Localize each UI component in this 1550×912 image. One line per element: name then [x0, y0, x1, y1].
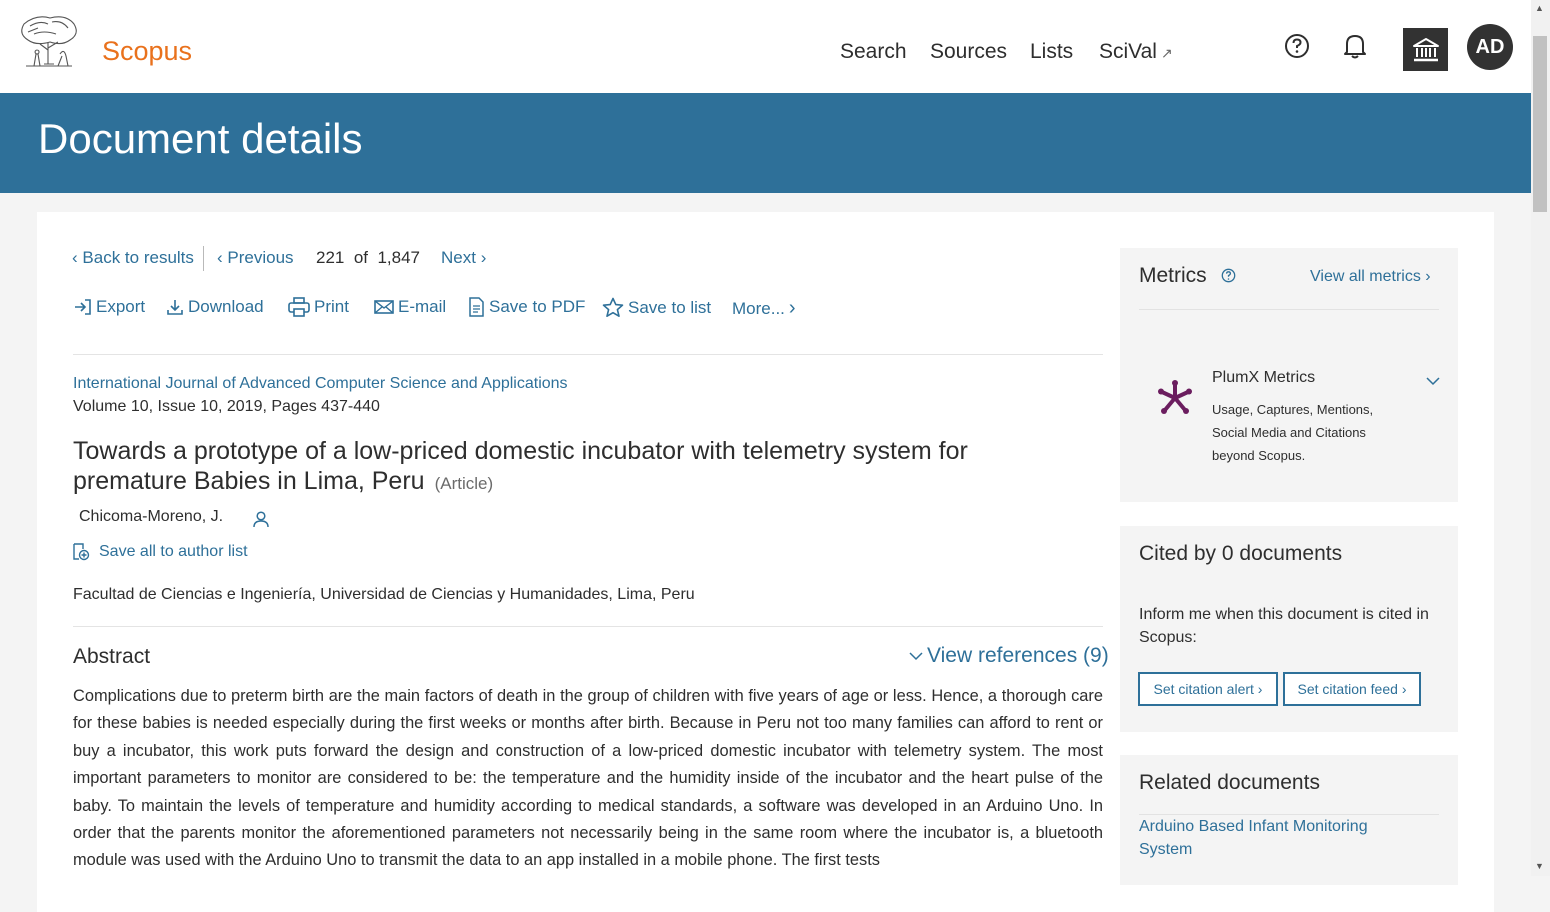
save-to-list-label: Save to list — [628, 297, 712, 317]
set-citation-feed-label: Set citation feed — [1297, 681, 1398, 697]
chevron-right-icon: › — [1425, 268, 1431, 285]
volume-info: Volume 10, Issue 10, 2019, Pages 437-440 — [73, 398, 380, 415]
source-title-link[interactable]: International Journal of Advanced Comput… — [73, 375, 568, 393]
download-label: Download — [188, 297, 264, 316]
nav-scival-label: SciVal — [1099, 40, 1157, 63]
chevron-right-icon: › — [788, 297, 796, 319]
more-label: More... — [732, 298, 785, 318]
view-all-metrics-label: View all metrics — [1310, 268, 1421, 285]
back-to-results-label: Back to results — [82, 248, 194, 267]
view-references-toggle[interactable]: View references (9) — [909, 644, 1109, 668]
document-title-text: Towards a prototype of a low-priced dome… — [73, 437, 968, 495]
divider — [1139, 309, 1439, 310]
chevron-down-icon[interactable] — [1426, 376, 1440, 386]
divider — [73, 626, 1103, 627]
view-references-label: View references (9) — [927, 644, 1109, 667]
chevron-right-icon: › — [1401, 681, 1407, 697]
print-button[interactable]: Print — [288, 297, 349, 317]
related-documents-panel: Related documents Arduino Based Infant M… — [1120, 755, 1458, 885]
set-citation-feed-button[interactable]: Set citation feed › — [1283, 672, 1421, 706]
bell-icon[interactable] — [1339, 30, 1371, 62]
metrics-title-text: Metrics — [1139, 264, 1207, 287]
save-to-pdf-label: Save to PDF — [489, 297, 586, 316]
abstract-text: Complications due to preterm birth are t… — [73, 687, 1103, 870]
email-icon — [374, 300, 394, 314]
save-all-to-author-list-link[interactable]: Save all to author list — [72, 543, 248, 561]
result-position: 221 of 1,847 — [316, 248, 420, 268]
more-button[interactable]: More... › — [732, 297, 796, 320]
cited-by-title: Cited by 0 documents — [1139, 542, 1343, 565]
previous-label: Previous — [227, 248, 294, 267]
export-label: Export — [96, 297, 146, 316]
email-button[interactable]: E-mail — [374, 297, 446, 317]
save-to-pdf-button[interactable]: Save to PDF — [468, 297, 585, 317]
nav-search[interactable]: Search — [840, 40, 907, 64]
next-link[interactable]: Next › — [441, 248, 486, 268]
elsevier-tree-logo[interactable] — [16, 14, 80, 70]
scroll-up-arrow-icon[interactable]: ▲ — [1535, 3, 1544, 13]
export-button[interactable]: Export — [74, 297, 145, 317]
nav-lists[interactable]: Lists — [1030, 40, 1073, 64]
email-label: E-mail — [398, 297, 447, 316]
of-label: of — [353, 248, 369, 267]
abstract-heading: Abstract — [73, 645, 151, 668]
chevron-left-icon: ‹ — [72, 248, 78, 267]
download-icon — [167, 300, 183, 315]
metrics-title: Metrics — [1139, 264, 1236, 288]
scrollbar-thumb[interactable] — [1533, 36, 1547, 212]
plumx-description: Usage, Captures, Mentions, Social Media … — [1212, 402, 1374, 463]
pdf-icon — [469, 297, 484, 317]
next-label: Next — [441, 248, 476, 267]
chevron-down-icon — [909, 652, 923, 661]
print-label: Print — [314, 297, 349, 316]
set-citation-alert-label: Set citation alert — [1153, 681, 1254, 697]
author-link[interactable]: Chicoma-Moreno, J. — [79, 508, 223, 526]
document-title: Towards a prototype of a low-priced dome… — [73, 436, 1033, 499]
user-avatar[interactable]: AD — [1467, 24, 1513, 70]
total-results: 1,847 — [377, 248, 421, 267]
help-icon[interactable] — [1281, 30, 1313, 62]
plumx-icon — [1158, 380, 1192, 414]
citation-alert-text: Inform me when this document is cited in… — [1139, 606, 1429, 646]
export-icon — [75, 299, 91, 315]
printer-icon — [288, 297, 310, 317]
scopus-brand[interactable]: Scopus — [102, 36, 192, 67]
chevron-right-icon: › — [480, 248, 487, 267]
download-button[interactable]: Download — [166, 297, 264, 317]
back-to-results-link[interactable]: ‹ Back to results — [72, 248, 194, 268]
save-to-list-button[interactable]: Save to list — [602, 297, 711, 318]
plumx-title: PlumX Metrics — [1212, 369, 1316, 386]
info-icon[interactable] — [1221, 268, 1236, 283]
metrics-panel: Metrics View all metrics › PlumX Metrics… — [1120, 248, 1458, 502]
cited-by-panel: Cited by 0 documents Inform me when this… — [1120, 526, 1458, 732]
chevron-left-icon: ‹ — [217, 248, 223, 267]
pager-divider — [203, 246, 204, 271]
star-icon — [602, 297, 624, 317]
add-to-list-icon — [73, 543, 90, 561]
view-all-metrics-link[interactable]: View all metrics › — [1310, 268, 1431, 286]
affiliation: Facultad de Ciencias e Ingeniería, Unive… — [73, 586, 695, 603]
page-title: Document details — [38, 115, 363, 162]
previous-link[interactable]: ‹ Previous — [217, 248, 294, 268]
page-banner: Document details — [0, 93, 1531, 193]
external-link-icon: ↗ — [1160, 45, 1173, 61]
related-document-link[interactable]: Arduino Based Infant Monitoring System — [1139, 815, 1409, 861]
institution-icon[interactable] — [1403, 28, 1448, 71]
top-bar: Scopus Search Sources Lists SciVal ↗ AD — [0, 0, 1531, 93]
nav-sources[interactable]: Sources — [930, 40, 1007, 64]
scroll-down-arrow-icon[interactable]: ▼ — [1535, 861, 1544, 871]
author-profile-icon[interactable] — [252, 510, 270, 528]
nav-scival[interactable]: SciVal ↗ — [1099, 40, 1173, 64]
related-documents-title: Related documents — [1139, 771, 1320, 794]
divider — [73, 354, 1103, 355]
set-citation-alert-button[interactable]: Set citation alert › — [1138, 672, 1278, 706]
current-index: 221 — [316, 248, 345, 267]
chevron-right-icon: › — [1257, 681, 1263, 697]
save-all-to-author-list-label: Save all to author list — [99, 543, 248, 560]
document-type: (Article) — [434, 474, 494, 493]
